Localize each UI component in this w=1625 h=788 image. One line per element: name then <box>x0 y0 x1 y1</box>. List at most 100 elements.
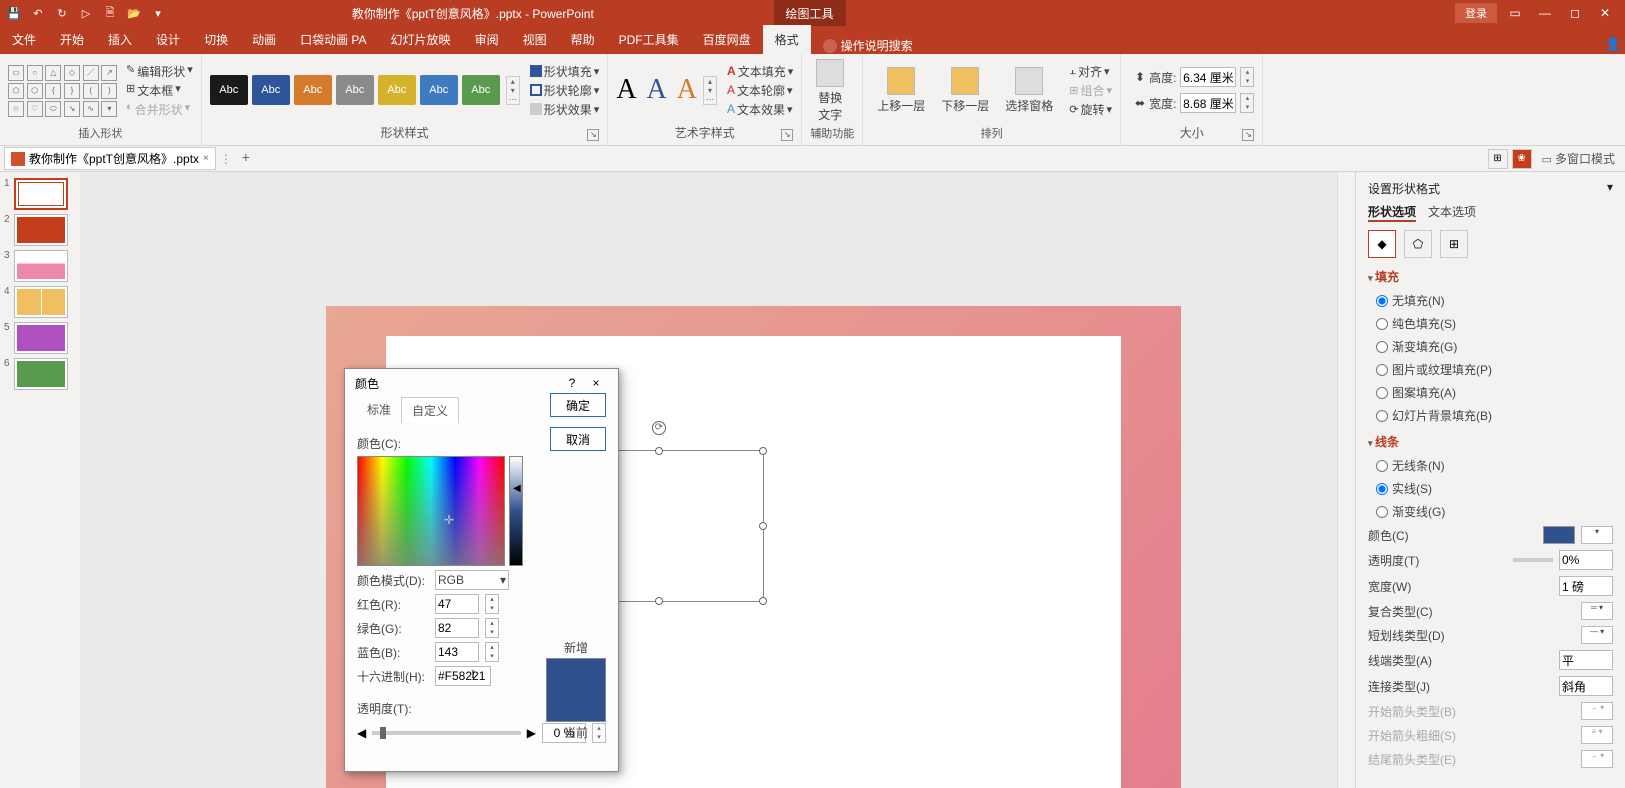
tab-animations[interactable]: 动画 <box>240 25 288 54</box>
close-tab-icon[interactable]: × <box>203 153 209 164</box>
width-input[interactable] <box>1180 93 1236 113</box>
fill-solid-radio[interactable]: 纯色填充(S) <box>1368 312 1613 335</box>
width-spinner[interactable]: ▴▾ <box>1240 93 1254 113</box>
resize-handle[interactable] <box>655 447 663 455</box>
cap-select[interactable] <box>1559 650 1613 670</box>
open-icon[interactable]: 📂 <box>126 5 142 21</box>
thumb-4[interactable] <box>14 286 68 318</box>
resize-handle[interactable] <box>759 522 767 530</box>
tab-scroll-icon[interactable]: ⋮ <box>220 152 232 166</box>
line-section-header[interactable]: 线条 <box>1368 433 1613 450</box>
rotate-button[interactable]: ⟳ 旋转 ▾ <box>1069 101 1112 118</box>
line-color-swatch[interactable] <box>1543 526 1575 544</box>
thumb-5[interactable] <box>14 322 68 354</box>
transparency-slider[interactable] <box>372 731 521 735</box>
resize-handle[interactable] <box>759 597 767 605</box>
shape-fill-button[interactable]: 形状填充 ▾ <box>530 63 600 80</box>
hex-input[interactable] <box>435 666 491 686</box>
tab-pocket-anim[interactable]: 口袋动画 PA <box>288 25 378 54</box>
undo-icon[interactable]: ↶ <box>30 5 46 21</box>
tab-file[interactable]: 文件 <box>0 25 48 54</box>
shapes-gallery[interactable]: ▭○△◇／↗ ⬠⬡{}() ☆♡⬭↘∿▾ <box>8 65 118 117</box>
tab-insert[interactable]: 插入 <box>96 25 144 54</box>
effects-icon[interactable]: ⬠ <box>1404 230 1432 258</box>
toolbar-icon-1[interactable]: ⊞ <box>1488 149 1508 169</box>
fill-pattern-radio[interactable]: 图案填充(A) <box>1368 381 1613 404</box>
qat-more-icon[interactable]: ▾ <box>150 5 166 21</box>
height-input[interactable] <box>1180 67 1236 87</box>
text-outline-button[interactable]: A 文本轮廓 ▾ <box>727 82 793 99</box>
tab-pdf[interactable]: PDF工具集 <box>607 25 691 54</box>
signin-button[interactable]: 登录 <box>1455 3 1497 23</box>
maximize-icon[interactable]: ◻ <box>1563 3 1587 23</box>
vertical-scrollbar[interactable] <box>1337 172 1355 788</box>
bring-forward-button[interactable]: 上移一层 <box>871 67 931 114</box>
red-spinner[interactable]: ▴▾ <box>485 594 499 614</box>
doc-icon[interactable]: 🗎 <box>102 5 118 21</box>
line-none-radio[interactable]: 无线条(N) <box>1368 454 1613 477</box>
text-effects-button[interactable]: A 文本效果 ▾ <box>727 101 793 118</box>
file-tab[interactable]: 教你制作《pptT创意风格》.pptx × <box>4 147 216 170</box>
line-trans-input[interactable] <box>1559 550 1613 570</box>
green-spinner[interactable]: ▴▾ <box>485 618 499 638</box>
line-solid-radio[interactable]: 实线(S) <box>1368 477 1613 500</box>
tab-baidu[interactable]: 百度网盘 <box>691 25 763 54</box>
dialog-close-button[interactable]: × <box>584 376 608 390</box>
shape-style-gallery[interactable]: Abc Abc Abc Abc Abc Abc Abc <box>210 75 500 105</box>
fill-line-icon[interactable]: ◆ <box>1368 230 1396 258</box>
dash-dropdown[interactable]: — ▾ <box>1581 626 1613 644</box>
textbox-button[interactable]: ⊞ 文本框 ▾ <box>126 82 193 99</box>
text-fill-button[interactable]: A 文本填充 ▾ <box>727 63 793 80</box>
cancel-button[interactable]: 取消 <box>550 427 606 451</box>
tab-text-options[interactable]: 文本选项 <box>1428 203 1476 222</box>
multiwindow-button[interactable]: ▭ 多窗口模式 <box>1536 148 1621 169</box>
edit-shape-button[interactable]: ✎ 编辑形状 ▾ <box>126 63 193 80</box>
alt-text-button[interactable]: 替换 文字 <box>810 59 850 123</box>
fill-picture-radio[interactable]: 图片或纹理填充(P) <box>1368 358 1613 381</box>
shape-outline-button[interactable]: 形状轮廓 ▾ <box>530 82 600 99</box>
height-spinner[interactable]: ▴▾ <box>1240 67 1254 87</box>
tab-review[interactable]: 审阅 <box>463 25 511 54</box>
tab-custom[interactable]: 自定义 <box>401 397 459 423</box>
fill-section-header[interactable]: 填充 <box>1368 268 1613 285</box>
color-picker-field[interactable]: ✛ <box>357 456 505 566</box>
shape-effects-button[interactable]: 形状效果 ▾ <box>530 101 600 118</box>
tell-me-search[interactable]: 操作说明搜索 <box>823 37 913 54</box>
green-input[interactable] <box>435 618 479 638</box>
color-mode-select[interactable]: RGB▾ <box>435 570 509 590</box>
close-icon[interactable]: ✕ <box>1593 3 1617 23</box>
dialog-launcher-icon[interactable]: ↘ <box>781 129 793 141</box>
tab-design[interactable]: 设计 <box>144 25 192 54</box>
picker-crosshair-icon[interactable]: ✛ <box>444 513 454 527</box>
thumb-3[interactable] <box>14 250 68 282</box>
ok-button[interactable]: 确定 <box>550 393 606 417</box>
dialog-launcher-icon[interactable]: ↘ <box>1242 129 1254 141</box>
redo-icon[interactable]: ↻ <box>54 5 70 21</box>
minimize-icon[interactable]: — <box>1533 3 1557 23</box>
thumb-6[interactable] <box>14 358 68 390</box>
blue-spinner[interactable]: ▴▾ <box>485 642 499 662</box>
send-backward-button[interactable]: 下移一层 <box>935 67 995 114</box>
tab-format[interactable]: 格式 <box>763 25 811 54</box>
line-width-input[interactable] <box>1559 576 1613 596</box>
wordart-gallery[interactable]: A A A <box>616 74 697 106</box>
tab-shape-options[interactable]: 形状选项 <box>1368 203 1416 222</box>
luminance-arrow-icon[interactable]: ◀ <box>513 483 521 494</box>
save-icon[interactable]: 💾 <box>6 5 22 21</box>
align-button[interactable]: ⫠ 对齐 ▾ <box>1069 63 1112 80</box>
red-input[interactable] <box>435 594 479 614</box>
pane-menu-icon[interactable]: ▾ <box>1607 180 1613 197</box>
fill-slidebg-radio[interactable]: 幻灯片背景填充(B) <box>1368 404 1613 427</box>
compound-dropdown[interactable]: ═ ▾ <box>1581 602 1613 620</box>
line-gradient-radio[interactable]: 渐变线(G) <box>1368 500 1613 523</box>
blue-input[interactable] <box>435 642 479 662</box>
ribbon-display-icon[interactable]: ▭ <box>1503 3 1527 23</box>
dialog-help-button[interactable]: ? <box>560 376 584 390</box>
toolbar-icon-2[interactable]: ❀ <box>1512 149 1532 169</box>
luminance-slider[interactable] <box>509 456 523 566</box>
line-color-dropdown[interactable]: ▾ <box>1581 526 1613 544</box>
size-props-icon[interactable]: ⊞ <box>1440 230 1468 258</box>
from-beginning-icon[interactable]: ▷ <box>78 5 94 21</box>
tab-slideshow[interactable]: 幻灯片放映 <box>379 25 463 54</box>
rotate-handle-icon[interactable]: ⟳ <box>652 421 666 435</box>
